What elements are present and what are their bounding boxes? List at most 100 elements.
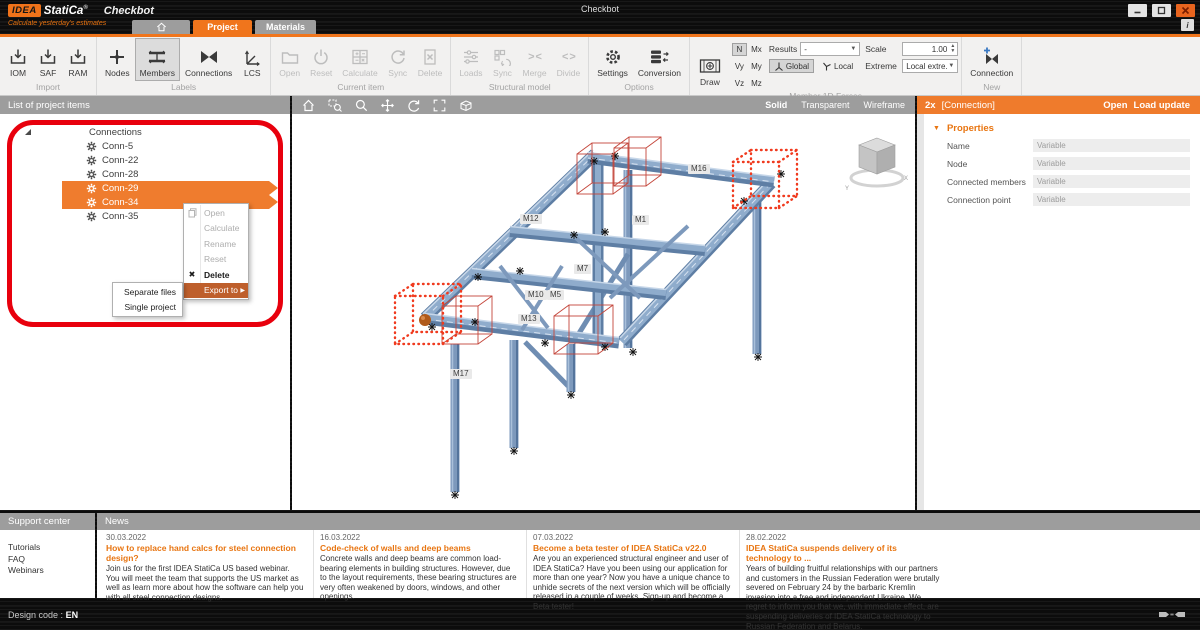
force-toggle-n[interactable]: N [732, 43, 747, 56]
sync-model-button[interactable]: Sync [487, 38, 517, 81]
menu-item-reset[interactable]: Reset [184, 252, 248, 268]
connections-toggle[interactable]: Connections [180, 38, 237, 81]
global-toggle[interactable]: Global [769, 59, 814, 73]
iom-import-button[interactable]: IOM [3, 38, 33, 81]
submenu-item-separate-files[interactable]: Separate files [113, 285, 182, 300]
calculate-button[interactable]: Calculate [337, 38, 382, 81]
view-cube[interactable]: X Y [845, 138, 908, 192]
property-row-name: Name Variable [947, 139, 1190, 152]
connected-members-field[interactable]: Variable [1033, 175, 1190, 188]
conversion-button[interactable]: Conversion [633, 38, 686, 81]
ram-import-button[interactable]: RAM [63, 38, 93, 81]
link-faq[interactable]: FAQ [8, 554, 95, 566]
force-toggle-mx[interactable]: Mx [749, 43, 764, 56]
properties-scrollbar[interactable] [917, 114, 924, 510]
mode-transparent[interactable]: Transparent [801, 100, 849, 110]
tab-home[interactable] [132, 20, 190, 34]
members-toggle[interactable]: Members [135, 38, 180, 81]
local-toggle[interactable]: Local [817, 59, 858, 73]
tree-item-conn-29-selected[interactable]: Conn-29 [62, 181, 278, 195]
news-title[interactable]: Code-check of walls and deep beams [320, 543, 518, 553]
spinner-arrows-icon[interactable]: ▲▼ [950, 44, 955, 54]
close-button[interactable] [1176, 4, 1195, 17]
scale-spinner[interactable]: 1.00 ▲▼ [902, 42, 958, 56]
connection-point-field[interactable]: Variable [1033, 193, 1190, 206]
node-field[interactable]: Variable [1033, 157, 1190, 170]
tab-project[interactable]: Project [193, 20, 252, 34]
pan-icon[interactable] [381, 99, 394, 112]
divide-button[interactable]: Divide [552, 38, 586, 81]
news-title[interactable]: Become a beta tester of IDEA StatiCa v22… [533, 543, 731, 553]
draw-forces-button[interactable]: Draw [693, 38, 727, 90]
tree-item-conn-28[interactable]: Conn-28 [0, 167, 290, 181]
connection-plug-icon[interactable] [1158, 609, 1186, 620]
properties-section-header[interactable]: ▼ Properties [933, 123, 1190, 134]
news-item[interactable]: 07.03.2022 Become a beta tester of IDEA … [526, 530, 739, 598]
saf-import-button[interactable]: SAF [33, 38, 63, 81]
maximize-button[interactable] [1152, 4, 1171, 17]
open-item-button[interactable]: Open [274, 38, 305, 81]
menu-item-open[interactable]: Open [184, 205, 248, 221]
home-icon [156, 22, 167, 32]
clipping-box-icon[interactable] [459, 99, 473, 112]
info-button[interactable]: i [1181, 19, 1194, 31]
nodes-toggle[interactable]: Nodes [100, 38, 135, 81]
front-columns [451, 340, 576, 492]
tree-item-conn-22[interactable]: Conn-22 [0, 153, 290, 167]
new-connection-button[interactable]: Connection [965, 38, 1018, 81]
settings-label: Settings [597, 68, 628, 78]
news-title[interactable]: IDEA StatiCa suspends delivery of its te… [746, 543, 944, 563]
zoom-icon[interactable] [355, 99, 368, 112]
tree-item-conn-5[interactable]: Conn-5 [0, 139, 290, 153]
mode-solid[interactable]: Solid [765, 100, 787, 110]
results-dropdown[interactable]: - ▼ [800, 42, 860, 56]
connection-gear-icon [86, 141, 97, 152]
property-row-connected-members: Connected members Variable [947, 175, 1190, 188]
home-view-icon[interactable] [302, 99, 315, 112]
model-viewport[interactable]: X Y M16 M12 M1 M7 M10 M5 M13 M17 [292, 114, 915, 510]
tree-expander-icon[interactable] [25, 129, 31, 135]
news-item[interactable]: 30.03.2022 How to replace hand calcs for… [100, 530, 313, 598]
minimize-button[interactable] [1128, 4, 1147, 17]
menu-item-calculate[interactable]: Calculate [184, 221, 248, 237]
force-toggle-my[interactable]: My [749, 60, 764, 73]
menu-item-rename[interactable]: Rename [184, 236, 248, 252]
name-field[interactable]: Variable [1033, 139, 1190, 152]
window-title: Checkbot [0, 4, 1200, 14]
zoom-window-icon[interactable] [328, 99, 342, 112]
news-item[interactable]: 16.03.2022 Code-check of walls and deep … [313, 530, 526, 598]
force-toggle-mz[interactable]: Mz [749, 77, 764, 90]
lcs-toggle[interactable]: LCS [237, 38, 267, 81]
force-toggle-vz[interactable]: Vz [732, 77, 747, 90]
reset-item-button[interactable]: Reset [305, 38, 337, 81]
force-toggle-vy[interactable]: Vy [732, 60, 747, 73]
calculate-label: Calculate [342, 68, 377, 78]
merge-button[interactable]: Merge [517, 38, 551, 81]
link-webinars[interactable]: Webinars [8, 565, 95, 577]
ribbon-group-current-item: Open Reset Calculate Sync Delete [271, 37, 451, 95]
tab-materials[interactable]: Materials [255, 20, 316, 34]
news-title[interactable]: How to replace hand calcs for steel conn… [106, 543, 305, 563]
submenu-item-single-project[interactable]: Single project [113, 300, 182, 315]
zoom-fit-icon[interactable] [433, 99, 446, 112]
load-update-button[interactable]: Load update [1134, 100, 1190, 111]
menu-item-delete[interactable]: ✖ Delete [184, 267, 248, 283]
structure-3d-scene[interactable]: X Y [292, 114, 915, 510]
open-connection-button[interactable]: Open [1103, 100, 1127, 111]
tree-root-connections[interactable]: Connections [0, 125, 290, 139]
settings-button[interactable]: Settings [592, 38, 633, 81]
scale-label: Scale [865, 44, 899, 54]
news-item[interactable]: 28.02.2022 IDEA StatiCa suspends deliver… [739, 530, 952, 598]
loads-button[interactable]: Loads [454, 38, 487, 81]
tree-item-label: Conn-5 [102, 141, 133, 152]
mode-wireframe[interactable]: Wireframe [863, 100, 905, 110]
news-date: 28.02.2022 [746, 533, 944, 542]
sync-item-button[interactable]: Sync [383, 38, 413, 81]
menu-item-export-to[interactable]: Export to ▶ [184, 283, 248, 299]
delete-item-button[interactable]: Delete [413, 38, 448, 81]
rotate-icon[interactable] [407, 99, 420, 112]
extreme-dropdown[interactable]: Local extre... ▼ [902, 59, 958, 73]
merge-label: Merge [522, 68, 546, 78]
link-tutorials[interactable]: Tutorials [8, 542, 95, 554]
tagline: Calculate yesterday's estimates [8, 20, 106, 27]
